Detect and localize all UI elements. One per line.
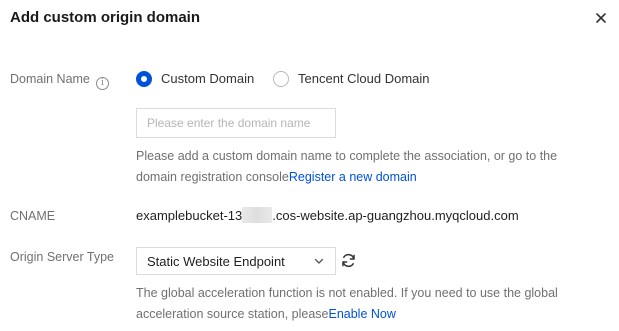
radio-custom-domain-dot[interactable] <box>136 71 152 87</box>
chevron-down-icon <box>314 258 324 264</box>
enable-now-link[interactable]: Enable Now <box>328 307 395 321</box>
domain-help-line2-row: domain registration consoleRegister a ne… <box>136 167 606 188</box>
origin-server-type-label: Origin Server Type <box>10 250 114 264</box>
info-icon[interactable]: i <box>95 77 109 90</box>
radio-custom-domain[interactable]: Custom Domain <box>136 70 254 88</box>
add-origin-domain-dialog: Add custom origin domain Domain Name i Cu… <box>0 0 619 331</box>
domain-help-line1: Please add a custom domain name to compl… <box>136 149 558 163</box>
redacted-mask <box>242 207 273 223</box>
cname-value-suffix: .cos-website.ap-guangzhou.myqcloud.com <box>272 208 519 223</box>
origin-server-type-select[interactable]: Static Website Endpoint <box>136 247 336 275</box>
close-icon[interactable] <box>593 10 609 26</box>
radio-custom-domain-label: Custom Domain <box>161 71 255 86</box>
origin-help-line2-row: acceleration source station, pleaseEnabl… <box>136 304 606 325</box>
origin-help-line2: acceleration source station, please <box>136 307 329 321</box>
refresh-icon[interactable] <box>340 252 357 269</box>
domain-help-text: Please add a custom domain name to compl… <box>136 146 606 188</box>
domain-name-label: Domain Name <box>10 72 90 86</box>
domain-help-line2: domain registration console <box>136 170 289 184</box>
domain-name-input[interactable] <box>136 108 336 138</box>
cname-value: examplebucket-13 .cos-website.ap-guangzho… <box>136 207 519 225</box>
register-domain-link[interactable]: Register a new domain <box>289 170 417 184</box>
origin-server-type-value: Static Website Endpoint <box>147 253 285 269</box>
radio-tencent-cloud-domain-label: Tencent Cloud Domain <box>298 71 430 86</box>
radio-tencent-cloud-domain-dot[interactable] <box>273 71 289 87</box>
cname-label: CNAME <box>10 209 56 223</box>
cname-value-prefix: examplebucket-13 <box>136 208 243 223</box>
origin-help-line1: The global acceleration function is not … <box>136 286 558 300</box>
domain-name-label-row: Domain Name i <box>10 70 109 90</box>
dialog-title: Add custom origin domain <box>10 9 200 26</box>
origin-help-text: The global acceleration function is not … <box>136 283 606 325</box>
radio-tencent-cloud-domain[interactable]: Tencent Cloud Domain <box>273 70 430 88</box>
